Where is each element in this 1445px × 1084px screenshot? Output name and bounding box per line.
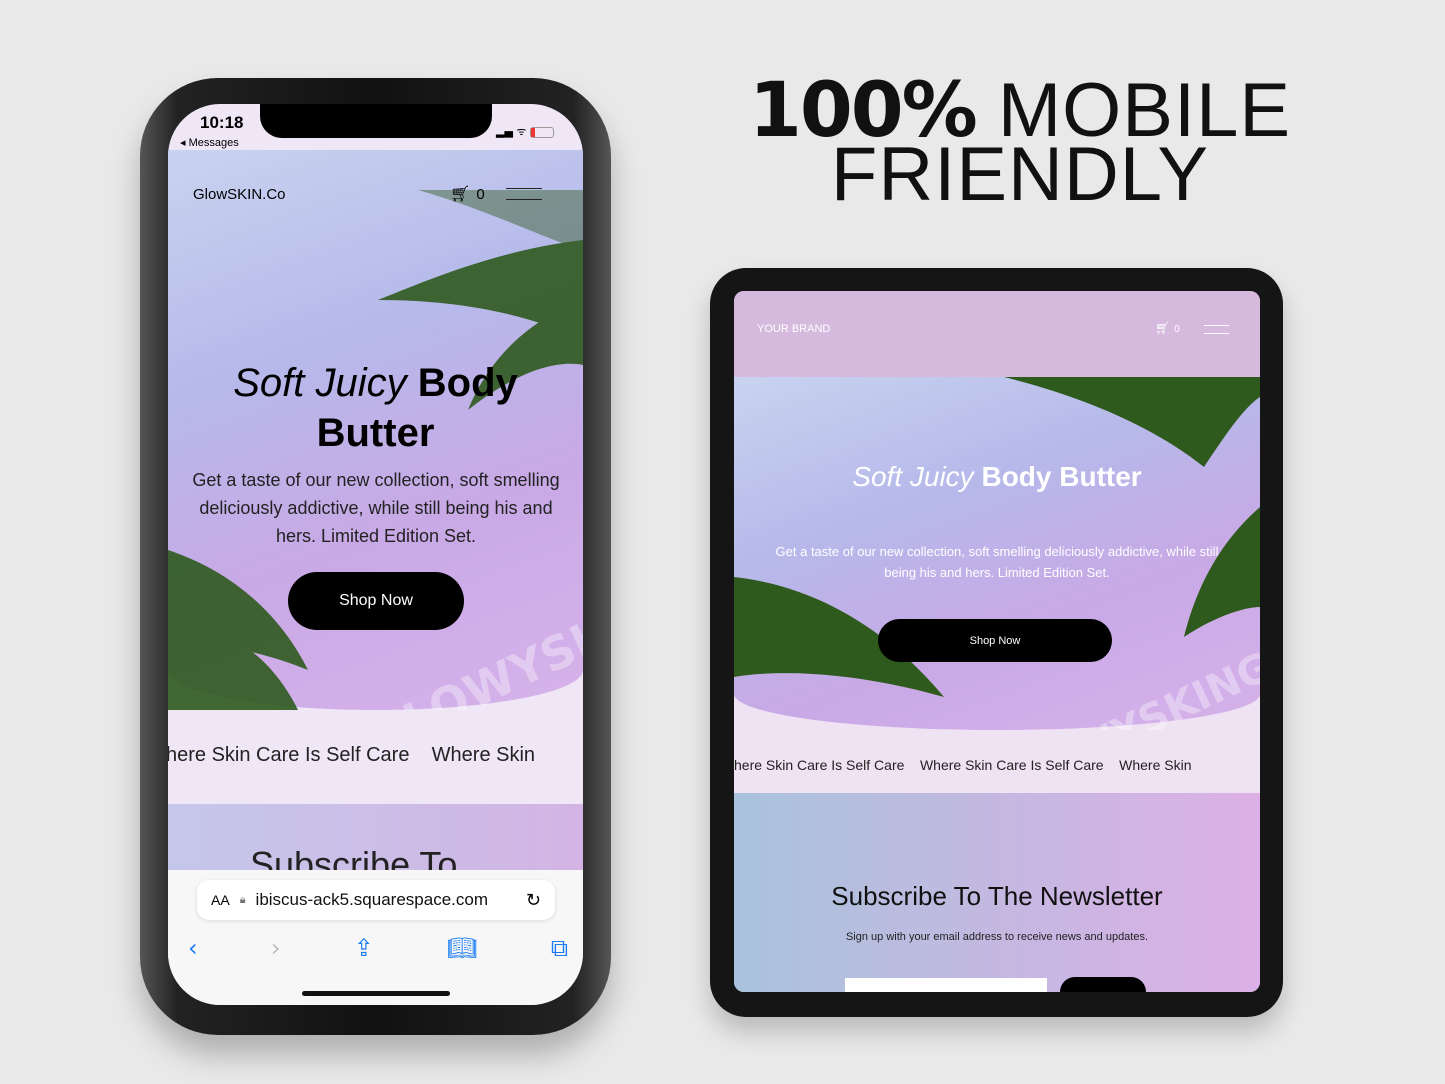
subscribe-section: Subscribe To The Newsletter Sign up with… (734, 793, 1260, 992)
site-brand[interactable]: GlowSKIN.Co (193, 186, 286, 203)
hero-title: Soft Juicy Body Butter (168, 358, 583, 458)
title-italic: Soft Juicy (233, 361, 407, 405)
back-icon[interactable]: ‹ (188, 934, 198, 962)
forward-icon[interactable]: › (271, 934, 281, 962)
cart-icon[interactable]: 🛒︎ 0 (1155, 321, 1180, 335)
shop-now-button[interactable]: Shop Now (288, 572, 464, 630)
subscribe-title: Subscribe To The Newsletter (831, 881, 1163, 911)
subscribe-subtitle: Sign up with your email address to recei… (845, 931, 1149, 943)
status-time: 10:18 (200, 113, 244, 132)
lock-icon: 🔒︎ (239, 893, 246, 906)
title-italic: Soft Juicy (852, 461, 974, 492)
marquee-text: here Skin Care Is Self Care Where Skin C… (734, 757, 1192, 773)
phone-notch (260, 104, 492, 138)
back-to-messages[interactable]: ◂ Messages (180, 136, 239, 149)
reader-aa-button[interactable]: AA (211, 892, 230, 908)
url-text[interactable]: ibiscus-ack5.squarespace.com (256, 890, 516, 910)
cart-icon[interactable]: 🛒︎ 0 (450, 184, 485, 203)
title-bold: Body Butter (981, 461, 1142, 492)
cart-count: 0 (476, 186, 485, 203)
phone-screen: LOWYSKIN 10:18 ◂ Messages ▂▄ ᯤ GlowSKIN.… (168, 104, 583, 1005)
tabs-icon[interactable]: ⧉ (551, 934, 568, 962)
headline: 100% MOBILE FRIENDLY (700, 72, 1340, 213)
hero-title: Soft Juicy Body Butter (734, 461, 1260, 493)
bookmarks-icon[interactable]: 📖︎ (447, 934, 477, 962)
cart-count: 0 (1174, 324, 1180, 335)
menu-icon[interactable] (1204, 325, 1229, 334)
title-bold-2: Butter (316, 411, 435, 455)
hero-body: Get a taste of our new collection, soft … (192, 470, 560, 546)
title-bold: Body (417, 361, 518, 405)
tablet-screen: OWYSKINGLOW YOUR BRAND 🛒︎ 0 Soft Juicy Bo… (734, 291, 1260, 992)
share-icon[interactable]: ⇪ (354, 934, 374, 962)
email-input[interactable] (845, 978, 1047, 992)
menu-icon[interactable] (506, 188, 542, 200)
safari-toolbar: AA 🔒︎ ibiscus-ack5.squarespace.com ↻ ‹ ›… (168, 870, 583, 1005)
hero-body: Get a taste of our new collection, soft … (775, 544, 1219, 580)
shop-now-button[interactable]: Shop Now (878, 619, 1112, 662)
signal-wifi-battery-icons: ▂▄ ᯤ (496, 124, 554, 139)
reload-icon[interactable]: ↻ (526, 890, 541, 911)
signup-button[interactable] (1060, 977, 1146, 992)
home-indicator (302, 991, 450, 996)
marquee-text: here Skin Care Is Self Care Where Skin (168, 744, 536, 766)
url-bar[interactable]: AA 🔒︎ ibiscus-ack5.squarespace.com ↻ (197, 880, 555, 920)
site-brand[interactable]: YOUR BRAND (757, 323, 830, 335)
